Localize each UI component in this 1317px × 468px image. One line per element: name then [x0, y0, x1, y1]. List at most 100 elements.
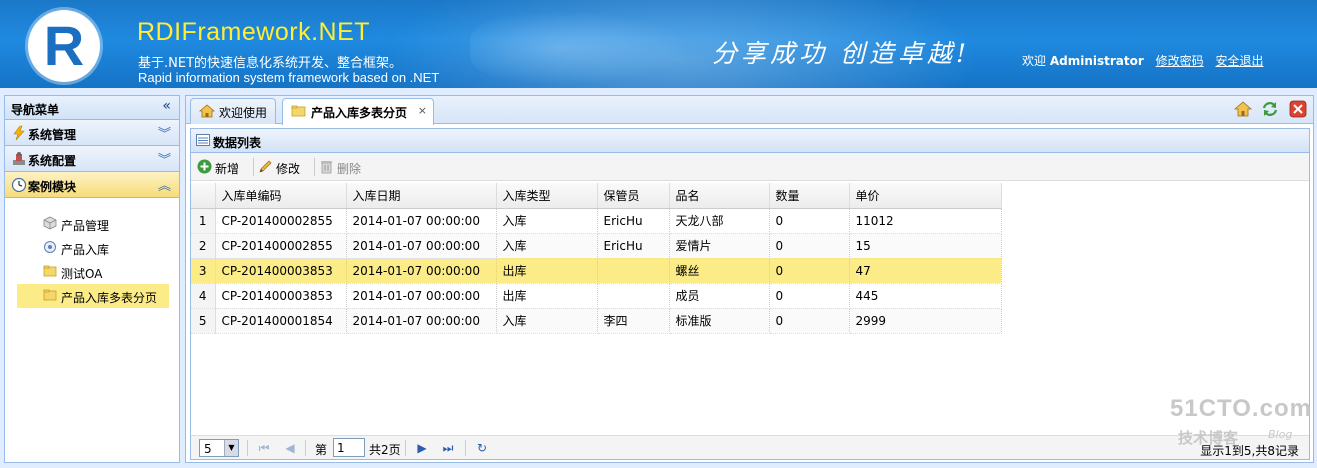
cell-date: 2014-01-07 00:00:00	[346, 208, 497, 234]
app-header: R RDIFramework.NET 基于.NET的快速信息化系统开发、整合框架…	[0, 0, 1317, 88]
accordion-system-config[interactable]: 系统配置 ︾	[5, 146, 179, 172]
menu-item-inbound-multi-table[interactable]: 产品入库多表分页	[17, 284, 169, 308]
last-page-icon[interactable]: ⏭	[439, 439, 457, 457]
cell-date: 2014-01-07 00:00:00	[346, 258, 497, 284]
main-panel: 欢迎使用 产品入库多表分页 × 数据列表 新增 修改 删除 入库单编码 入库日期…	[185, 95, 1314, 463]
column-header[interactable]: 品名	[669, 183, 770, 209]
menu-tree: 产品管理 产品入库 测试OA 产品入库多表分页	[5, 198, 179, 308]
collapse-sidebar-icon[interactable]: «	[162, 98, 171, 114]
cell-name: 标准版	[669, 308, 770, 334]
grid-header-row: 入库单编码 入库日期 入库类型 保管员 品名 数量 单价	[191, 183, 1002, 209]
change-password-link[interactable]: 修改密码	[1156, 54, 1204, 68]
cell-date: 2014-01-07 00:00:00	[346, 233, 497, 259]
page-number-input[interactable]	[333, 438, 365, 457]
pager-divider	[247, 440, 248, 456]
home-icon[interactable]	[1234, 100, 1252, 118]
tab-inbound-multi-table[interactable]: 产品入库多表分页 ×	[282, 98, 434, 125]
table-row-selected[interactable]: 3 CP-201400003853 2014-01-07 00:00:00 出库…	[191, 258, 1002, 284]
watermark-blog: Blog	[1268, 428, 1293, 441]
world-map-graphic	[470, 8, 700, 88]
table-row[interactable]: 4 CP-201400003853 2014-01-07 00:00:00 出库…	[191, 283, 1002, 309]
page-prefix: 第	[315, 443, 328, 457]
delete-label: 删除	[337, 162, 362, 176]
tab-welcome[interactable]: 欢迎使用	[190, 98, 276, 124]
row-number: 3	[191, 258, 216, 284]
list-icon	[196, 134, 210, 146]
menu-item-product-management[interactable]: 产品管理	[17, 212, 169, 236]
trash-icon	[321, 161, 332, 174]
edit-label: 修改	[276, 162, 301, 176]
chevron-up-icon: ︽	[157, 179, 171, 194]
column-header[interactable]: 单价	[849, 183, 1002, 209]
username: Administrator	[1049, 54, 1144, 68]
slogan: 分享成功 创造卓越!	[712, 39, 970, 68]
cell-type: 出库	[496, 258, 598, 284]
column-header[interactable]: 数量	[769, 183, 850, 209]
cell-keeper	[597, 283, 670, 309]
logout-link[interactable]: 安全退出	[1215, 54, 1263, 68]
cell-type: 入库	[496, 308, 598, 334]
table-row[interactable]: 1 CP-201400002855 2014-01-07 00:00:00 入库…	[191, 208, 1002, 234]
user-bar: 欢迎 Administrator 修改密码 安全退出	[1022, 52, 1263, 69]
cell-price: 11012	[849, 208, 1002, 234]
menu-item-label: 测试OA	[61, 267, 103, 281]
watermark: 51CTO.com 技术博客 Blog	[1170, 395, 1312, 455]
menu-item-label: 产品管理	[61, 219, 110, 233]
column-header[interactable]: 入库单编码	[215, 183, 347, 209]
add-button[interactable]: 新增	[197, 158, 249, 176]
first-page-icon[interactable]: ⏮	[255, 439, 273, 457]
row-number: 5	[191, 308, 216, 334]
table-row[interactable]: 2 CP-201400002855 2014-01-07 00:00:00 入库…	[191, 233, 1002, 259]
watermark-logo: 51CTO.com	[1170, 395, 1312, 422]
column-header[interactable]: 入库日期	[346, 183, 497, 209]
cell-name: 螺丝	[669, 258, 770, 284]
welcome-label: 欢迎	[1022, 54, 1047, 68]
add-label: 新增	[215, 162, 240, 176]
menu-item-test-oa[interactable]: 测试OA	[17, 260, 169, 284]
pager-divider	[305, 440, 306, 456]
logo-letter: R	[43, 14, 85, 77]
edit-button[interactable]: 修改	[258, 158, 310, 176]
tab-label: 欢迎使用	[219, 106, 268, 120]
menu-item-product-inbound[interactable]: 产品入库	[17, 236, 169, 260]
chevron-down-icon: ▼	[224, 440, 238, 456]
grid-toolbar: 新增 修改 删除	[191, 153, 1309, 181]
folder-icon	[291, 105, 306, 117]
accordion-label: 系统配置	[28, 154, 77, 168]
nav-sidebar: 导航菜单 « 系统管理 ︾ 系统配置 ︾ 案例模块 ︽ 产品管理 产品入库 测试…	[4, 95, 180, 463]
toolbar-divider	[253, 158, 254, 176]
accordion-system-management[interactable]: 系统管理 ︾	[5, 120, 179, 146]
row-number: 4	[191, 283, 216, 309]
toolbar-divider	[314, 158, 315, 176]
cell-price: 15	[849, 233, 1002, 259]
accordion-label: 案例模块	[28, 180, 77, 194]
sidebar-title: 导航菜单	[11, 103, 60, 117]
delete-button[interactable]: 删除	[319, 158, 371, 176]
row-number: 1	[191, 208, 216, 234]
row-number: 2	[191, 233, 216, 259]
row-number-header	[191, 183, 216, 209]
lightning-icon	[13, 125, 25, 141]
cell-type: 出库	[496, 283, 598, 309]
refresh-icon[interactable]: ↻	[473, 439, 491, 457]
page-size-select[interactable]: 5 ▼	[199, 439, 239, 457]
accordion-case-module[interactable]: 案例模块 ︽	[5, 172, 179, 198]
next-page-icon[interactable]: ▶	[413, 439, 431, 457]
tab-bar: 欢迎使用 产品入库多表分页 ×	[186, 96, 1313, 125]
table-row[interactable]: 5 CP-201400001854 2014-01-07 00:00:00 入库…	[191, 308, 1002, 334]
cell-qty: 0	[769, 308, 850, 334]
column-header[interactable]: 入库类型	[496, 183, 598, 209]
close-tab-icon[interactable]: ×	[418, 104, 427, 117]
prev-page-icon[interactable]: ◀	[281, 439, 299, 457]
cell-code: CP-201400002855	[215, 233, 347, 259]
close-icon[interactable]	[1289, 100, 1307, 118]
cell-date: 2014-01-07 00:00:00	[346, 308, 497, 334]
menu-item-label: 产品入库多表分页	[61, 291, 158, 305]
cell-price: 445	[849, 283, 1002, 309]
cell-keeper: 李四	[597, 308, 670, 334]
refresh-icon[interactable]	[1261, 100, 1279, 118]
menu-item-label: 产品入库	[61, 243, 110, 257]
column-header[interactable]: 保管员	[597, 183, 670, 209]
pager-divider	[405, 440, 406, 456]
cell-name: 成员	[669, 283, 770, 309]
